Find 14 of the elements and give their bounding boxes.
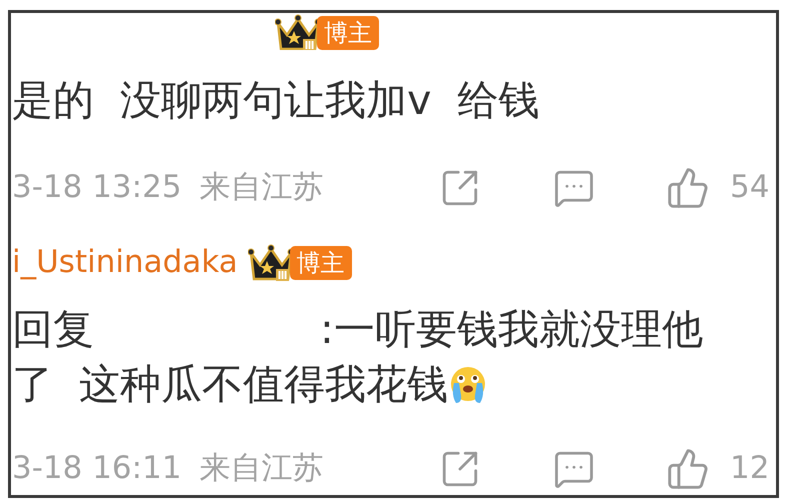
comment-time: 3-18 16:11 bbox=[12, 453, 182, 484]
like-icon[interactable] bbox=[666, 446, 710, 490]
like-count: 54 bbox=[730, 172, 770, 203]
like-count: 12 bbox=[730, 453, 770, 484]
like-icon[interactable] bbox=[666, 166, 710, 210]
comment-location: 来自江苏 bbox=[200, 453, 324, 484]
reply-text: 了 这种瓜不值得我花钱 bbox=[12, 359, 448, 410]
reply-text: 回复 :一听要钱我就没理他 bbox=[12, 304, 703, 355]
comment-time: 3-18 13:25 bbox=[12, 172, 182, 203]
comment-text: 是的 没聊两句让我加v 给钱 bbox=[12, 80, 540, 120]
blogger-tag: 博主 bbox=[290, 246, 352, 280]
username[interactable]: i_Ustininadaka bbox=[12, 247, 238, 278]
blogger-tag: 博主 bbox=[317, 16, 379, 50]
comment-location: 来自江苏 bbox=[200, 172, 324, 203]
